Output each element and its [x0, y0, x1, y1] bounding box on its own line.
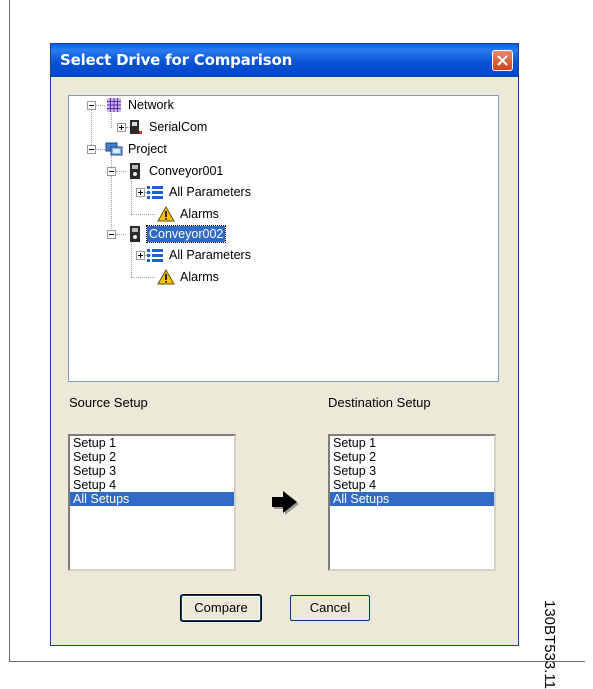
cancel-button[interactable]: Cancel: [290, 595, 370, 621]
collapse-network-toggle[interactable]: [87, 101, 96, 110]
tree-item-conveyor001[interactable]: Conveyor001: [126, 162, 225, 180]
destination-item-setup-1[interactable]: Setup 1: [330, 436, 494, 450]
collapse-drive2-toggle[interactable]: [107, 230, 116, 239]
network-grid-icon: [105, 96, 123, 114]
destination-setup-label: Destination Setup: [328, 395, 431, 410]
dialog-title: Select Drive for Comparison: [60, 51, 293, 69]
close-icon: [497, 55, 508, 66]
figure-id-label: 130BT533.11: [541, 600, 558, 689]
tree-item-drive1-alarms[interactable]: Alarms: [157, 205, 221, 223]
source-item-setup-3[interactable]: Setup 3: [70, 464, 234, 478]
parameter-list-icon: [146, 246, 164, 264]
source-item-setup-2[interactable]: Setup 2: [70, 450, 234, 464]
parameter-list-icon: [146, 183, 164, 201]
tree-item-drive2-all-parameters[interactable]: All Parameters: [146, 246, 253, 264]
warning-icon: [157, 205, 175, 223]
source-setup-list[interactable]: Setup 1 Setup 2 Setup 3 Setup 4 All Setu…: [68, 434, 236, 571]
drive-icon: [126, 225, 144, 243]
expand-serialcom-toggle[interactable]: [117, 123, 126, 132]
source-item-setup-1[interactable]: Setup 1: [70, 436, 234, 450]
source-setup-label: Source Setup: [69, 395, 148, 410]
destination-item-all-setups[interactable]: All Setups: [330, 492, 494, 506]
tree-item-serialcom[interactable]: SerialCom: [126, 118, 209, 136]
tree-item-conveyor002[interactable]: Conveyor002: [126, 225, 227, 243]
source-item-setup-4[interactable]: Setup 4: [70, 478, 234, 492]
expand-drive2-params-toggle[interactable]: [136, 251, 145, 260]
destination-item-setup-3[interactable]: Setup 3: [330, 464, 494, 478]
title-bar[interactable]: Select Drive for Comparison: [51, 44, 518, 77]
source-item-all-setups[interactable]: All Setups: [70, 492, 234, 506]
drive-tree[interactable]: Network SerialCom Project Conveyor001 Al…: [68, 95, 499, 382]
right-arrow-icon: [272, 491, 299, 515]
destination-item-setup-2[interactable]: Setup 2: [330, 450, 494, 464]
compare-dialog: Select Drive for Comparison Network Seri…: [50, 43, 519, 646]
compare-button[interactable]: Compare: [181, 595, 261, 621]
selected-tree-label: Conveyor002: [145, 225, 227, 243]
close-button[interactable]: [492, 50, 513, 71]
tree-item-project[interactable]: Project: [105, 140, 169, 158]
tree-item-drive1-all-parameters[interactable]: All Parameters: [146, 183, 253, 201]
collapse-drive1-toggle[interactable]: [107, 167, 116, 176]
expand-drive1-params-toggle[interactable]: [136, 188, 145, 197]
project-icon: [105, 140, 123, 158]
serial-port-icon: [126, 118, 144, 136]
destination-item-setup-4[interactable]: Setup 4: [330, 478, 494, 492]
tree-item-network[interactable]: Network: [105, 96, 176, 114]
destination-setup-list[interactable]: Setup 1 Setup 2 Setup 3 Setup 4 All Setu…: [328, 434, 496, 571]
collapse-project-toggle[interactable]: [87, 145, 96, 154]
tree-item-drive2-alarms[interactable]: Alarms: [157, 268, 221, 286]
warning-icon: [157, 268, 175, 286]
drive-icon: [126, 162, 144, 180]
